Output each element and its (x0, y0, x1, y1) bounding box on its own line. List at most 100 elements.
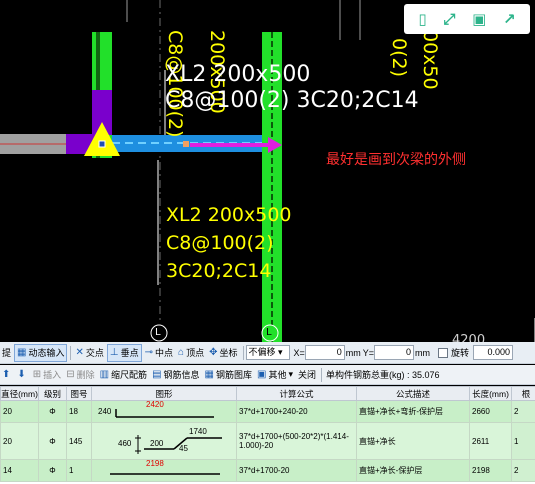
cell-length[interactable]: 2660 (469, 400, 512, 423)
table-row[interactable]: 20 Φ 18 240 2420 37*d+1700+240-20 直锚+净长+… (0, 400, 535, 423)
dynamic-input-button[interactable]: ▦ 动态输入 (14, 343, 68, 362)
cell-grade[interactable]: Φ (38, 400, 67, 423)
snap-point (98, 140, 106, 148)
rotate-checkbox[interactable] (438, 347, 449, 358)
rotate-label: 旋转 (451, 348, 470, 358)
col-formula[interactable]: 计算公式 (236, 386, 357, 401)
midpoint-icon: ⊸ (144, 347, 154, 358)
col-description[interactable]: 公式描述 (356, 386, 470, 401)
beam-label-bottom-line3: 3C20;2C14 (166, 260, 272, 282)
cell-grade[interactable]: Φ (38, 459, 67, 482)
expand-icon[interactable]: ⤢ (443, 11, 455, 27)
cell-count[interactable]: 2 (511, 459, 535, 482)
beam-label-top-line1: XL2 200x500 (165, 62, 311, 87)
rebar-library-button[interactable]: ▦ 钢筋图库 (203, 366, 254, 384)
note-text: 最好是画到次梁的外侧 (326, 152, 466, 168)
library-icon: ▦ (204, 369, 214, 380)
other-icon: ▣ (257, 369, 267, 380)
snap-prompt-button[interactable]: 提 (0, 344, 13, 362)
close-button[interactable]: 关闭 (296, 366, 318, 384)
cell-diameter[interactable]: 20 (0, 400, 39, 423)
rebar-toolbar: ⬆ ⬇ ⊞ 插入 ⊟ 删除 ▥ 缩尺配筋 ▤ 钢筋信息 ▦ 钢筋图库 ▣ 其他 ▾ 关闭 单构… (0, 365, 535, 385)
dynamic-input-icon: ▦ (17, 347, 27, 358)
y-unit: mm (415, 347, 431, 358)
col-diameter[interactable]: 直径(mm) (0, 386, 39, 401)
cell-shape-no[interactable]: 145 (66, 422, 92, 460)
save-icon[interactable]: ▣ (472, 11, 486, 27)
axis-marker-label-2: L (266, 327, 272, 338)
snap-coordinate-button[interactable]: ✥ 坐标 (207, 344, 239, 362)
floating-toolbar: ▯ ⤢ ▣ ↗ (404, 4, 530, 34)
divider (321, 367, 323, 382)
x-input[interactable]: 0 (304, 345, 345, 360)
other-menu-button[interactable]: ▣ 其他 ▾ (255, 366, 295, 384)
insert-icon: ⊞ (32, 369, 42, 380)
cell-formula[interactable]: 37*d+1700+240-20 (236, 400, 357, 423)
chevron-down-icon: ▾ (288, 369, 293, 379)
table-row[interactable]: 20 Φ 145 460 200 1740 45 37*d+1700+(500-… (0, 422, 535, 460)
table-row[interactable]: 14 Φ 1 2198 37*d+1700-20 直锚+净长-保护层 2198 … (0, 459, 535, 482)
snap-intersection-button[interactable]: ✕ 交点 (73, 344, 105, 362)
delete-icon: ⊟ (66, 369, 75, 380)
cell-shape-no[interactable]: 1 (66, 459, 92, 482)
snap-vertex-button[interactable]: ⌂ 顶点 (176, 344, 206, 362)
beam-label-top-line2: C8@100(2) 3C20;2C14 (165, 88, 419, 113)
cell-shape[interactable]: 240 2420 (91, 400, 237, 423)
intersection-icon: ✕ (75, 347, 84, 358)
cell-diameter[interactable]: 20 (0, 422, 39, 460)
cad-canvas[interactable]: C8@100(2) 200x500 0(2) 00x50 XL2 200x500… (0, 0, 535, 342)
move-down-button[interactable]: ⬇ (15, 366, 29, 384)
shape-drawing (135, 434, 222, 454)
drawing-layer (0, 0, 535, 342)
snap-perpendicular-button[interactable]: ⊥ 垂点 (106, 343, 142, 362)
move-up-button[interactable]: ⬆ (0, 366, 14, 384)
scale-rebar-button[interactable]: ▥ 缩尺配筋 (98, 366, 149, 384)
beam-label-bottom-line1: XL2 200x500 (166, 204, 292, 226)
share-icon[interactable]: ↗ (503, 11, 516, 27)
divider (70, 345, 72, 360)
cell-length[interactable]: 2198 (469, 459, 512, 482)
cell-description[interactable]: 直锚+净长+弯折-保护层 (356, 400, 470, 423)
cell-diameter[interactable]: 14 (0, 459, 39, 482)
beam-label-bottom-line2: C8@100(2) (166, 232, 274, 254)
x-label: X= (293, 347, 305, 358)
cell-length[interactable]: 2611 (469, 422, 512, 460)
snap-toolbar: 提 ▦ 动态输入 ✕ 交点 ⊥ 垂点 ⊸ 中点 ⌂ 顶点 ✥ 坐标 不偏移 ▾ X= 0 m… (0, 342, 535, 364)
col-shape[interactable]: 图形 (91, 386, 237, 401)
cell-shape[interactable]: 460 200 1740 45 (91, 422, 237, 460)
col-shape-no[interactable]: 图号 (66, 386, 92, 401)
cell-description[interactable]: 直锚+净长 (356, 422, 470, 460)
axis-marker-label: L (155, 327, 161, 338)
cell-shape[interactable]: 2198 (91, 459, 237, 482)
arrow-up-icon: ⬆ (2, 369, 11, 380)
total-weight-label: 单构件钢筋总重(kg) : 35.076 (326, 370, 440, 380)
cell-grade[interactable]: Φ (38, 422, 67, 460)
rebar-table: 直径(mm) 级别 图号 图形 计算公式 公式描述 长度(mm) 根 20 Φ … (0, 386, 535, 484)
x-unit: mm (345, 347, 361, 358)
vertical-label-far-right-a: 0(2) (388, 38, 410, 78)
shape-drawing (115, 408, 214, 418)
cell-shape-no[interactable]: 18 (66, 400, 92, 423)
cell-count[interactable]: 2 (511, 400, 535, 423)
col-grade[interactable]: 级别 (38, 386, 67, 401)
arrow-down-icon: ⬇ (17, 369, 26, 380)
insert-button[interactable]: ⊞ 插入 (31, 366, 63, 384)
phone-icon[interactable]: ▯ (418, 11, 426, 27)
cell-count[interactable]: 1 (511, 422, 535, 460)
rotate-input[interactable]: 0.000 (473, 345, 514, 360)
col-length[interactable]: 长度(mm) (469, 386, 512, 401)
cell-description[interactable]: 直锚+净长-保护层 (356, 459, 470, 482)
rebar-info-button[interactable]: ▤ 钢筋信息 (150, 366, 201, 384)
info-icon: ▤ (152, 369, 162, 380)
perpendicular-icon: ⊥ (109, 347, 119, 358)
cell-formula[interactable]: 37*d+1700-20 (236, 459, 357, 482)
cell-formula[interactable]: 37*d+1700+(500-20*2)*(1.414-1.000)-20 (236, 422, 357, 460)
dimension-text: 4200 (452, 333, 486, 342)
offset-mode-select[interactable]: 不偏移 ▾ (245, 345, 290, 360)
y-input[interactable]: 0 (374, 345, 415, 360)
snap-midpoint-button[interactable]: ⊸ 中点 (143, 344, 175, 362)
delete-button[interactable]: ⊟ 删除 (64, 366, 96, 384)
col-count[interactable]: 根 (511, 386, 535, 401)
scale-icon: ▥ (99, 369, 110, 380)
divider (242, 345, 244, 360)
